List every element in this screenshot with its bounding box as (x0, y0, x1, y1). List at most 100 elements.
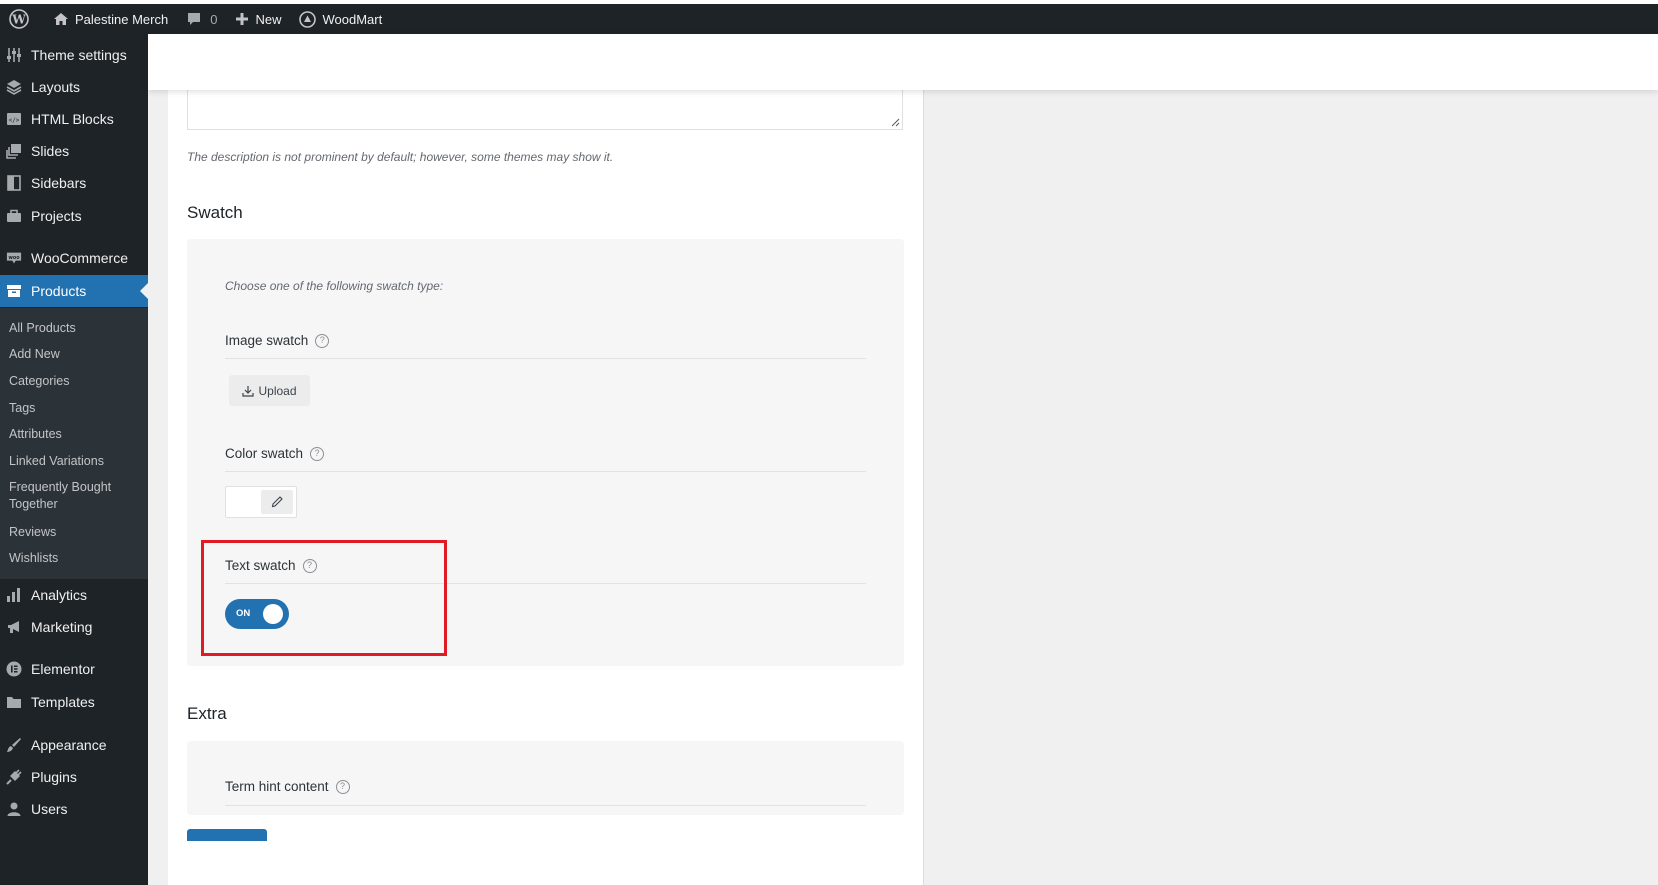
sidebar-icon (6, 175, 22, 191)
admin-sidebar: Theme settings Layouts </> HTML Blocks S… (0, 34, 148, 885)
new-content-link[interactable]: New (226, 4, 290, 34)
archive-icon (6, 283, 22, 299)
sidebar-item-plugins[interactable]: Plugins (0, 761, 148, 793)
sidebar-item-label: Templates (31, 694, 95, 710)
help-icon[interactable]: ? (335, 779, 350, 794)
sidebar-item-layouts[interactable]: Layouts (0, 71, 148, 103)
sidebar-item-templates[interactable]: Templates (0, 686, 148, 718)
image-swatch-label: Image swatch ? (225, 333, 330, 348)
sidebar-item-label: Projects (31, 208, 82, 224)
svg-text:W: W (11, 13, 26, 27)
sidebar-item-marketing[interactable]: Marketing (0, 611, 148, 643)
sidebar-item-label: Elementor (31, 661, 95, 677)
sidebar-item-sidebars[interactable]: Sidebars (0, 167, 148, 199)
sidebar-item-label: Marketing (31, 619, 93, 635)
woodmart-link[interactable]: WoodMart (290, 4, 391, 34)
color-swatch-label: Color swatch ? (225, 446, 325, 461)
sidebar-item-theme-settings[interactable]: Theme settings (0, 39, 148, 71)
color-picker-button[interactable] (261, 490, 293, 514)
sidebar-item-products[interactable]: Products (0, 275, 148, 307)
briefcase-icon (6, 208, 22, 224)
field-divider (225, 471, 866, 472)
sidebar-item-label: WooCommerce (31, 250, 128, 266)
comment-icon (188, 13, 201, 25)
download-icon (242, 385, 255, 397)
megaphone-icon (6, 619, 22, 635)
sidebar-item-label: Layouts (31, 79, 81, 95)
comments-count: 0 (210, 11, 218, 27)
woo-icon: woo (6, 250, 22, 266)
submenu-item-wishlists[interactable]: Wishlists (9, 550, 139, 567)
folder-icon (6, 694, 22, 710)
highlight-annotation-box (201, 540, 447, 656)
sidebar-item-slides[interactable]: Slides (0, 135, 148, 167)
swatch-type-hint: Choose one of the following swatch type: (225, 279, 444, 293)
color-picker[interactable] (225, 486, 297, 518)
sidebar-item-label: Plugins (31, 769, 77, 785)
sidebar-item-label: Slides (31, 143, 70, 159)
sidebar-item-label: Analytics (31, 587, 88, 603)
sidebar-item-users[interactable]: Users (0, 793, 148, 825)
products-submenu: All Products Add New Categories Tags Att… (0, 308, 148, 579)
site-name: Palestine Merch (75, 11, 169, 27)
resize-grip-icon[interactable] (890, 117, 900, 127)
submenu-item-linked-variations[interactable]: Linked Variations (9, 453, 139, 470)
site-name-link[interactable]: Palestine Merch (44, 4, 177, 34)
sidebar-item-html-blocks[interactable]: </> HTML Blocks (0, 103, 148, 135)
admin-bar: W Palestine Merch 0 New WoodMart (0, 0, 1658, 34)
svg-text:woo: woo (8, 255, 20, 261)
layers-icon (6, 79, 22, 95)
eyedropper-icon (271, 496, 283, 508)
sidebar-item-label: HTML Blocks (31, 111, 114, 127)
submenu-item-frequently-bought-together[interactable]: Frequently Bought Together (9, 479, 139, 513)
sidebar-item-woocommerce[interactable]: woo WooCommerce (0, 242, 148, 274)
sidebar-item-elementor[interactable]: Elementor (0, 653, 148, 685)
submenu-item-reviews[interactable]: Reviews (9, 524, 139, 541)
submenu-item-all-products[interactable]: All Products (9, 320, 139, 337)
extra-card (187, 741, 904, 815)
home-icon (54, 13, 68, 25)
submenu-item-tags[interactable]: Tags (9, 400, 139, 417)
svg-text:</>: </> (9, 117, 20, 124)
plug-icon (6, 769, 22, 785)
submenu-item-add-new[interactable]: Add New (9, 346, 139, 363)
field-divider (225, 805, 866, 806)
submenu-item-attributes[interactable]: Attributes (9, 426, 139, 443)
field-divider (225, 358, 866, 359)
extra-section-title: Extra (187, 704, 227, 723)
plus-icon (236, 13, 249, 25)
sidebar-item-label: Appearance (31, 737, 107, 753)
wordpress-icon: W (9, 9, 29, 29)
sidebar-item-appearance[interactable]: Appearance (0, 729, 148, 761)
sidebar-item-analytics[interactable]: Analytics (0, 579, 148, 611)
image-swatch-label-text: Image swatch (225, 333, 309, 348)
term-hint-label: Term hint content ? (225, 779, 350, 794)
sidebar-item-label: Products (31, 283, 87, 299)
sidebar-item-projects[interactable]: Projects (0, 200, 148, 232)
upload-label: Upload (258, 383, 297, 398)
sidebar-item-label: Users (31, 801, 68, 817)
color-swatch-label-text: Color swatch (225, 446, 304, 461)
submenu-item-categories[interactable]: Categories (9, 373, 139, 390)
swatch-section-title: Swatch (187, 203, 243, 222)
woodmart-label: WoodMart (322, 11, 383, 27)
upload-button[interactable]: Upload (229, 375, 310, 406)
wordpress-logo-button[interactable]: W (0, 4, 44, 34)
comments-link[interactable]: 0 (177, 4, 226, 34)
code-block-icon: </> (6, 111, 22, 127)
new-label: New (255, 11, 282, 27)
description-note: The description is not prominent by defa… (187, 150, 614, 164)
term-hint-label-text: Term hint content (225, 779, 329, 794)
paintbrush-icon (6, 737, 22, 753)
woodmart-icon (299, 10, 317, 28)
sidebar-item-label: Sidebars (31, 175, 87, 191)
help-icon[interactable]: ? (310, 446, 325, 461)
elementor-icon (6, 661, 22, 677)
slides-icon (6, 143, 22, 159)
user-icon (6, 801, 22, 817)
help-icon[interactable]: ? (315, 333, 330, 348)
bar-chart-icon (6, 587, 22, 603)
update-button[interactable] (187, 829, 267, 841)
sliders-icon (6, 47, 22, 63)
sidebar-item-label: Theme settings (31, 47, 127, 63)
